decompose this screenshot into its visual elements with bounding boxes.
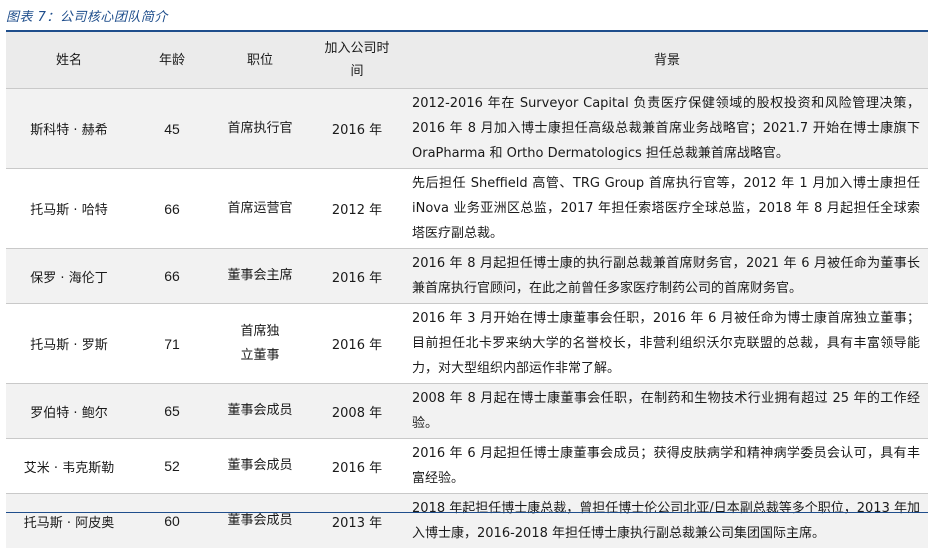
- cell-background: 先后担任 Sheffield 高管、TRG Group 首席执行官等，2012 …: [406, 169, 928, 249]
- table-row: 托马斯 · 罗斯 71 首席独立董事 2016 年 2016 年 3 月开始在博…: [6, 304, 928, 384]
- header-background: 背景: [406, 32, 928, 89]
- cell-position: 董事会成员: [212, 384, 308, 439]
- table-row: 罗伯特 · 鲍尔 65 董事会成员 2008 年 2008 年 8 月起在博士康…: [6, 384, 928, 439]
- cell-background: 2018 年起担任博士康总裁，曾担任博士伦公司北亚/日本副总裁等多个职位，201…: [406, 494, 928, 548]
- cell-age: 66: [132, 249, 212, 304]
- header-age: 年龄: [132, 32, 212, 89]
- header-name: 姓名: [6, 32, 132, 89]
- cell-joined: 2013 年: [308, 494, 406, 548]
- cell-name: 托马斯 · 罗斯: [6, 304, 132, 384]
- cell-age: 66: [132, 169, 212, 249]
- table-row: 艾米 · 韦克斯勒 52 董事会成员 2016 年 2016 年 6 月起担任博…: [6, 439, 928, 494]
- cell-age: 52: [132, 439, 212, 494]
- cell-joined: 2016 年: [308, 439, 406, 494]
- table-row: 斯科特 · 赫希 45 首席执行官 2016 年 2012-2016 年在 Su…: [6, 89, 928, 169]
- cell-age: 45: [132, 89, 212, 169]
- cell-joined: 2012 年: [308, 169, 406, 249]
- table-header: 姓名 年龄 职位 加入公司时间 背景: [6, 32, 928, 89]
- cell-joined: 2008 年: [308, 384, 406, 439]
- cell-background: 2012-2016 年在 Surveyor Capital 负责医疗保健领域的股…: [406, 89, 928, 169]
- bottom-rule: [6, 512, 928, 513]
- cell-background: 2008 年 8 月起在博士康董事会任职，在制药和生物技术行业拥有超过 25 年…: [406, 384, 928, 439]
- cell-joined: 2016 年: [308, 249, 406, 304]
- cell-background: 2016 年 8 月起担任博士康的执行副总裁兼首席财务官，2021 年 6 月被…: [406, 249, 928, 304]
- cell-name: 保罗 · 海伦丁: [6, 249, 132, 304]
- cell-joined: 2016 年: [308, 89, 406, 169]
- cell-name: 艾米 · 韦克斯勒: [6, 439, 132, 494]
- cell-age: 71: [132, 304, 212, 384]
- table-row: 托马斯 · 哈特 66 首席运营官 2012 年 先后担任 Sheffield …: [6, 169, 928, 249]
- cell-position: 首席运营官: [212, 169, 308, 249]
- table-row: 保罗 · 海伦丁 66 董事会主席 2016 年 2016 年 8 月起担任博士…: [6, 249, 928, 304]
- header-joined: 加入公司时间: [308, 32, 406, 89]
- cell-age: 60: [132, 494, 212, 548]
- table-row: 托马斯 · 阿皮奥 60 董事会成员 2013 年 2018 年起担任博士康总裁…: [6, 494, 928, 548]
- cell-position: 董事会成员: [212, 494, 308, 548]
- header-position: 职位: [212, 32, 308, 89]
- cell-position: 首席独立董事: [212, 304, 308, 384]
- cell-name: 托马斯 · 阿皮奥: [6, 494, 132, 548]
- figure-title: 图表 7：公司核心团队简介: [6, 6, 168, 25]
- cell-name: 斯科特 · 赫希: [6, 89, 132, 169]
- team-table: 姓名 年龄 职位 加入公司时间 背景 斯科特 · 赫希 45 首席执行官 201…: [6, 32, 928, 548]
- cell-position: 董事会主席: [212, 249, 308, 304]
- cell-position: 首席执行官: [212, 89, 308, 169]
- cell-position: 董事会成员: [212, 439, 308, 494]
- cell-age: 65: [132, 384, 212, 439]
- cell-background: 2016 年 6 月起担任博士康董事会成员；获得皮肤病学和精神病学委员会认可，具…: [406, 439, 928, 494]
- cell-background: 2016 年 3 月开始在博士康董事会任职，2016 年 6 月被任命为博士康首…: [406, 304, 928, 384]
- cell-joined: 2016 年: [308, 304, 406, 384]
- cell-name: 托马斯 · 哈特: [6, 169, 132, 249]
- cell-name: 罗伯特 · 鲍尔: [6, 384, 132, 439]
